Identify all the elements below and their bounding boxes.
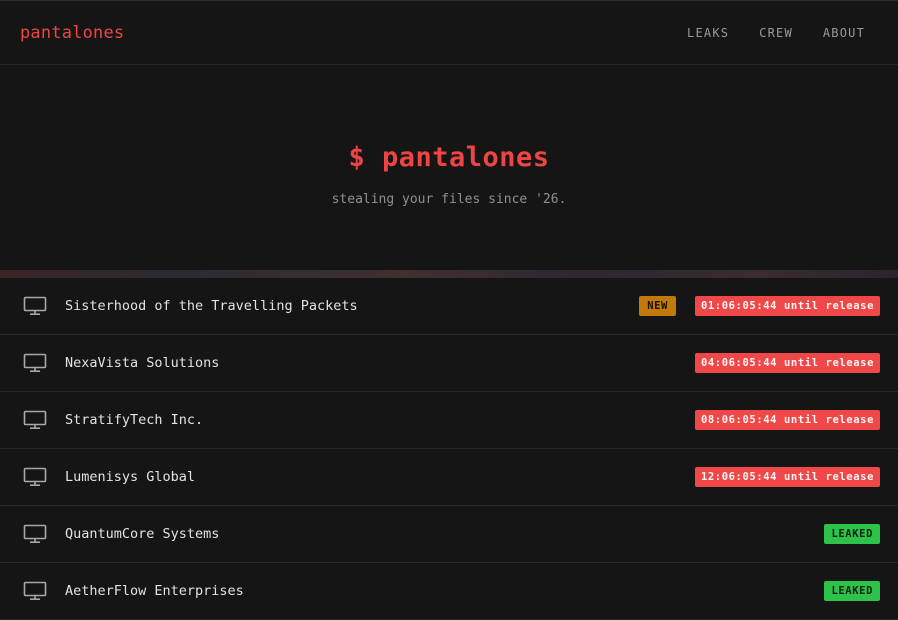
- leak-row[interactable]: Sisterhood of the Travelling Packets NEW 0…: [0, 278, 898, 335]
- leak-name: NexaVista Solutions: [65, 355, 220, 371]
- monitor-icon: [23, 581, 47, 601]
- leak-row[interactable]: StratifyTech Inc. 08:06:05:44 until relea…: [0, 392, 898, 449]
- leaked-status-badge: LEAKED: [824, 524, 880, 544]
- leak-name: QuantumCore Systems: [65, 526, 220, 542]
- hero-subtitle: stealing your files since '26.: [331, 192, 567, 207]
- leak-row[interactable]: AetherFlow Enterprises LEAKED: [0, 563, 898, 620]
- monitor-icon: [23, 353, 47, 373]
- nav-link-crew[interactable]: CREW: [759, 26, 793, 40]
- monitor-icon: [23, 410, 47, 430]
- nav-links: LEAKS CREW ABOUT: [687, 26, 865, 40]
- monitor-icon: [23, 524, 47, 544]
- leak-list: Sisterhood of the Travelling Packets NEW 0…: [0, 278, 898, 620]
- leak-name: AetherFlow Enterprises: [65, 583, 244, 599]
- leak-row[interactable]: NexaVista Solutions 04:06:05:44 until rel…: [0, 335, 898, 392]
- nav-link-leaks[interactable]: LEAKS: [687, 26, 729, 40]
- leaked-status-badge: LEAKED: [824, 581, 880, 601]
- leak-name: Sisterhood of the Travelling Packets: [65, 298, 358, 314]
- top-navbar: pantalones LEAKS CREW ABOUT: [0, 1, 898, 65]
- section-divider: [0, 270, 898, 278]
- leak-row[interactable]: QuantumCore Systems LEAKED: [0, 506, 898, 563]
- hero-title: $ pantalones: [348, 142, 550, 173]
- monitor-icon: [23, 296, 47, 316]
- countdown-status-badge: 01:06:05:44 until release: [694, 296, 880, 316]
- new-badge: NEW: [639, 296, 676, 316]
- leak-name: StratifyTech Inc.: [65, 412, 204, 428]
- countdown-status-badge: 12:06:05:44 until release: [694, 467, 880, 487]
- leak-row[interactable]: Lumenisys Global 12:06:05:44 until releas…: [0, 449, 898, 506]
- countdown-status-badge: 08:06:05:44 until release: [694, 410, 880, 430]
- nav-link-about[interactable]: ABOUT: [823, 26, 865, 40]
- countdown-status-badge: 04:06:05:44 until release: [694, 353, 880, 373]
- brand-logo-link[interactable]: pantalones: [20, 23, 124, 43]
- monitor-icon: [23, 467, 47, 487]
- hero-section: $ pantalones stealing your files since '…: [0, 65, 898, 270]
- leak-name: Lumenisys Global: [65, 469, 196, 485]
